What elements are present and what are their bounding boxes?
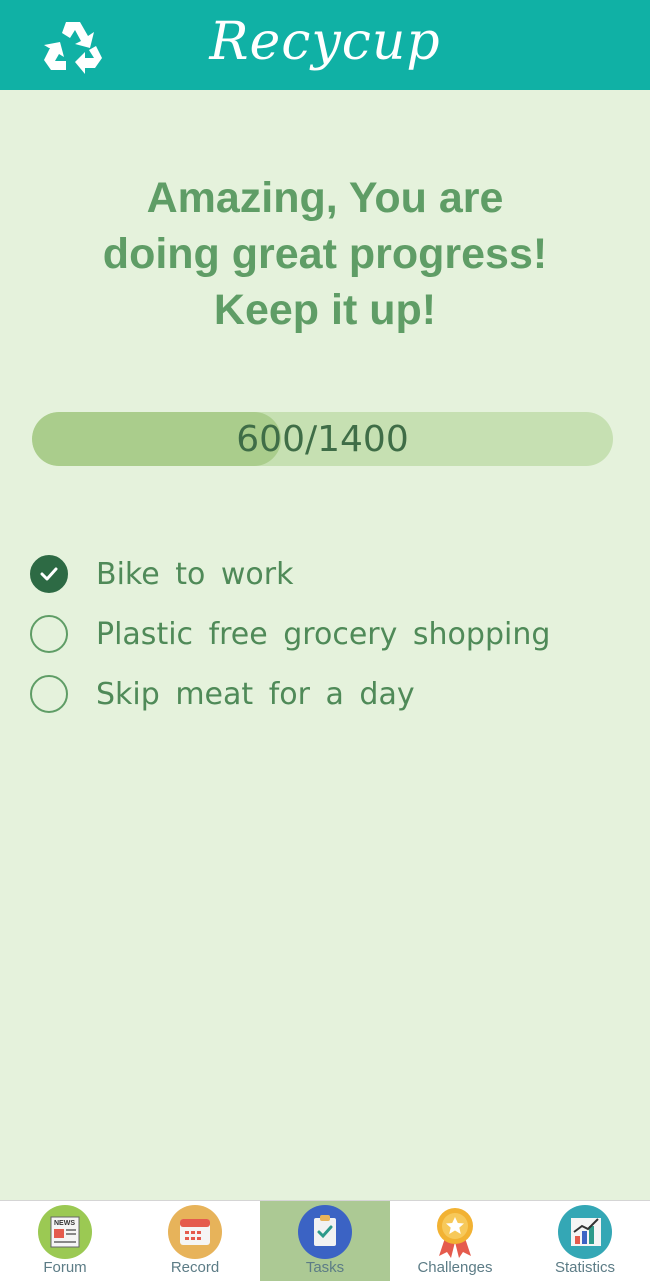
nav-tab-record[interactable]: Record xyxy=(130,1201,260,1281)
app-header: Recycup xyxy=(0,0,650,90)
nav-tab-label: Forum xyxy=(43,1259,87,1276)
svg-text:NEWS: NEWS xyxy=(54,1220,75,1227)
points-progress-bar: 600/1400 xyxy=(32,412,613,466)
clipboard-check-icon xyxy=(297,1204,353,1260)
task-checkbox[interactable] xyxy=(30,675,68,713)
task-checkbox[interactable] xyxy=(30,615,68,653)
calendar-icon xyxy=(167,1204,223,1260)
task-label: Bike to work xyxy=(96,556,294,592)
nav-tab-label: Tasks xyxy=(305,1259,345,1276)
task-checkbox-checked[interactable] xyxy=(30,555,68,593)
progress-label: 600/1400 xyxy=(236,419,409,460)
task-label: Plastic free grocery shopping xyxy=(96,616,551,652)
nav-tab-forum[interactable]: NEWS Forum xyxy=(0,1201,130,1281)
message-line: Amazing, You are xyxy=(146,174,504,222)
nav-tab-challenges[interactable]: Challenges xyxy=(390,1201,520,1281)
task-label: Skip meat for a day xyxy=(96,676,415,712)
nav-tab-label: Statistics xyxy=(554,1259,615,1276)
app-brand-title: Recycup xyxy=(209,12,441,72)
nav-tab-tasks[interactable]: Tasks xyxy=(260,1201,390,1281)
checkmark-icon xyxy=(40,567,58,581)
medal-star-icon xyxy=(427,1204,483,1260)
task-item[interactable]: Bike to work xyxy=(30,544,630,604)
message-line: doing great progress! xyxy=(102,230,548,278)
task-list: Bike to work Plastic free grocery shoppin… xyxy=(30,544,630,724)
nav-tab-label: Record xyxy=(170,1259,220,1276)
nav-tab-label: Challenges xyxy=(417,1259,493,1276)
task-item[interactable]: Plastic free grocery shopping xyxy=(30,604,630,664)
encouragement-message: Amazing, You are doing great progress! K… xyxy=(40,170,610,338)
message-line: Keep it up! xyxy=(213,286,437,334)
bottom-navigation: NEWS Forum Record Tasks Challenges Statistics xyxy=(0,1200,650,1281)
task-item[interactable]: Skip meat for a day xyxy=(30,664,630,724)
nav-tab-statistics[interactable]: Statistics xyxy=(520,1201,650,1281)
newspaper-icon: NEWS xyxy=(37,1204,93,1260)
bar-chart-icon xyxy=(557,1204,613,1260)
